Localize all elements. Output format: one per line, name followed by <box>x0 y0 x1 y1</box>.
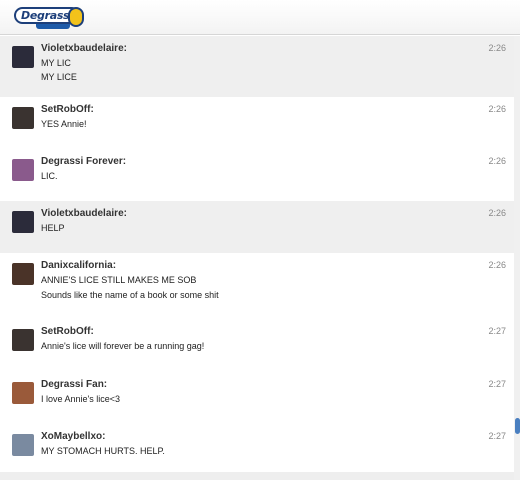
user-avatar[interactable] <box>12 46 34 68</box>
message-time: 2:26 <box>488 43 506 53</box>
message-text: Sounds like the name of a book or some s… <box>41 290 219 300</box>
user-avatar[interactable] <box>12 263 34 285</box>
message-author[interactable]: XoMaybellxo: <box>41 431 105 442</box>
message-author[interactable]: Violetxbaudelaire: <box>41 43 127 54</box>
message-item: Degrassi Forever: 2:26 LIC. <box>0 149 514 201</box>
user-avatar[interactable] <box>12 434 34 456</box>
message-time: 2:26 <box>488 156 506 166</box>
message-text: HELP <box>41 223 65 233</box>
message-text: MY STOMACH HURTS. HELP. <box>41 446 165 456</box>
message-text: YES Annie! <box>41 119 87 129</box>
message-text: Annie's lice will forever be a running g… <box>41 341 205 351</box>
user-avatar[interactable] <box>12 329 34 351</box>
message-text: MY LIC <box>41 58 71 68</box>
message-item: Violetxbaudelaire: 2:26 MY LIC MY LICE <box>0 36 514 97</box>
message-time: 2:27 <box>488 379 506 389</box>
user-avatar[interactable] <box>12 382 34 404</box>
message-list[interactable]: Violetxbaudelaire: 2:26 MY LIC MY LICE S… <box>0 36 514 480</box>
message-time: 2:26 <box>488 104 506 114</box>
message-item: Degrassi Fan: 2:27 I love Annie's lice<3 <box>0 372 514 424</box>
message-item: SetRobOff: 2:26 YES Annie! <box>0 97 514 149</box>
message-text: MY LICE <box>41 72 77 82</box>
message-text: LIC. <box>41 171 58 181</box>
message-item: Violetxbaudelaire: 2:26 HELP <box>0 201 514 253</box>
user-avatar[interactable] <box>12 211 34 233</box>
message-author[interactable]: Violetxbaudelaire: <box>41 208 127 219</box>
next-message-strip <box>0 472 514 480</box>
message-author[interactable]: Degrassi Forever: <box>41 156 126 167</box>
chat-header: Degrassi <box>0 0 520 35</box>
message-time: 2:27 <box>488 431 506 441</box>
message-text: ANNIE'S LICE STILL MAKES ME SOB <box>41 275 197 285</box>
message-author[interactable]: Danixcalifornia: <box>41 260 116 271</box>
message-author[interactable]: SetRobOff: <box>41 104 94 115</box>
scrollbar-thumb[interactable] <box>515 418 520 434</box>
user-avatar[interactable] <box>12 107 34 129</box>
message-time: 2:27 <box>488 326 506 336</box>
user-avatar[interactable] <box>12 159 34 181</box>
degrassi-wiki-logo[interactable]: Degrassi <box>12 6 84 30</box>
message-author[interactable]: Degrassi Fan: <box>41 379 107 390</box>
message-time: 2:26 <box>488 260 506 270</box>
message-author[interactable]: SetRobOff: <box>41 326 94 337</box>
message-item: SetRobOff: 2:27 Annie's lice will foreve… <box>0 319 514 372</box>
scrollbar[interactable] <box>514 36 520 480</box>
logo-badge-icon <box>68 7 84 27</box>
message-time: 2:26 <box>488 208 506 218</box>
message-text: I love Annie's lice<3 <box>41 394 121 404</box>
message-item: Danixcalifornia: 2:26 ANNIE'S LICE STILL… <box>0 253 514 319</box>
